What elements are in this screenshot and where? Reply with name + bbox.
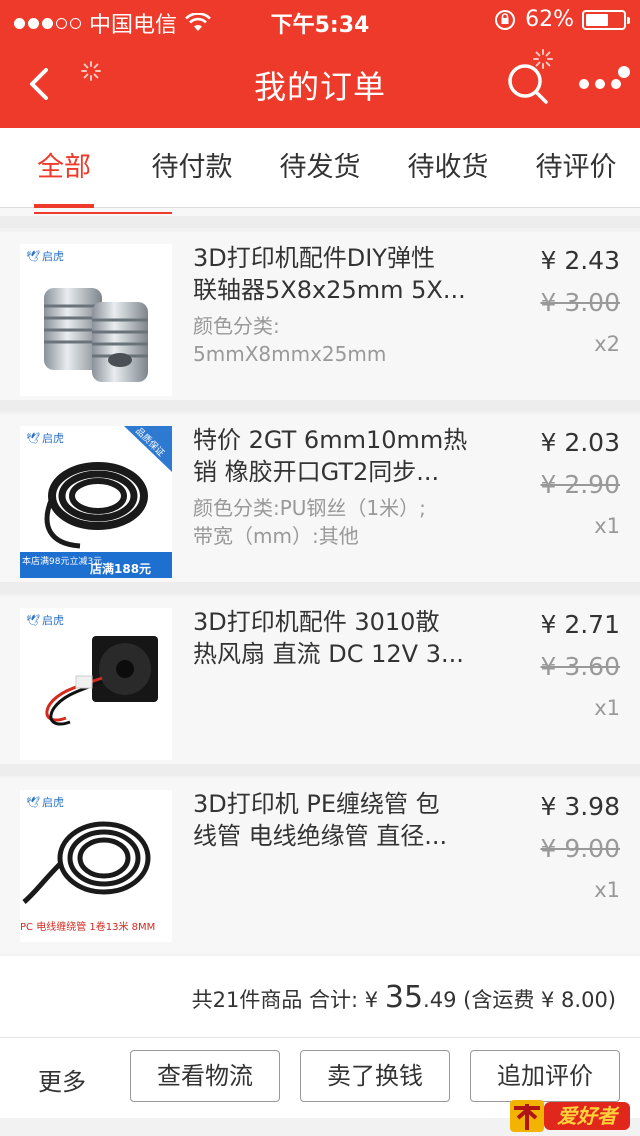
tab-label: 全部 [37, 152, 91, 183]
item-price: ¥ 2.71 [540, 610, 620, 639]
divider [0, 400, 640, 412]
product-spec: 颜色分类:PU钢丝（1米）; 带宽（mm）:其他 [193, 496, 426, 548]
product-image-coupling: 🕊 启虎 [20, 244, 172, 396]
tab-pending-shipment[interactable]: 待发货 [256, 128, 384, 208]
item-quantity: x2 [594, 332, 620, 356]
total-integer: 35 [384, 980, 424, 1015]
battery-percent: 62% [525, 7, 574, 32]
order-item[interactable]: 🕊 启虎 PC 电线缠绕管 1卷13米 8MM 3D打印机 PE缠绕管 包 线管 … [0, 778, 640, 954]
item-price: ¥ 2.03 [540, 428, 620, 457]
brand-logo: 🕊 启虎 [26, 613, 64, 628]
item-original-price: ¥ 3.00 [540, 288, 620, 317]
item-quantity: x1 [594, 514, 620, 538]
brand-logo: 🕊 启虎 [26, 431, 64, 446]
tab-label: 待收货 [407, 152, 489, 183]
divider [0, 582, 640, 594]
tab-pending-payment[interactable]: 待付款 [128, 128, 256, 208]
item-price: ¥ 2.43 [540, 246, 620, 275]
item-original-price: ¥ 2.90 [540, 470, 620, 499]
brand-logo: 🕊 启虎 [26, 795, 64, 810]
order-tabs: 全部 待付款 待发货 待收货 待评价 [0, 128, 640, 208]
divider [0, 216, 640, 228]
tab-pending-receipt[interactable]: 待收货 [384, 128, 512, 208]
more-button[interactable]: 更多 [38, 1062, 86, 1097]
divider [0, 764, 640, 776]
product-image-fan: 🕊 启虎 [20, 608, 172, 760]
add-review-button[interactable]: 追加评价 [470, 1050, 620, 1102]
resell-button[interactable]: 卖了换钱 [300, 1050, 450, 1102]
nav-bar: 我的订单 [0, 40, 640, 128]
product-image-timing-belt: 🕊 启虎 品质保证 本店满98元立减3元 店满188元 [20, 426, 172, 578]
watermark-logo: 爱好者 [510, 1100, 630, 1132]
item-price: ¥ 3.98 [540, 792, 620, 821]
order-summary: 共21件商品 合计: ¥ 35.49 (含运费 ¥ 8.00) [0, 956, 640, 1038]
tab-all[interactable]: 全部 [0, 128, 128, 208]
watermark-text: 爱好者 [557, 1104, 620, 1128]
tab-label: 待发货 [279, 152, 361, 183]
top-bar: 中国电信 下午5:34 62% 我的订单 [0, 0, 640, 128]
product-title: 特价 2GT 6mm10mm热 销 橡胶开口GT2同步... [193, 426, 468, 486]
image-caption: PC 电线缠绕管 1卷13米 8MM [20, 922, 156, 933]
item-quantity: x1 [594, 696, 620, 720]
product-title: 3D打印机配件DIY弹性 联轴器5X8x25mm 5X... [193, 244, 466, 304]
total-currency: ¥ [364, 988, 379, 1012]
view-logistics-button[interactable]: 查看物流 [130, 1050, 280, 1102]
total-decimal: .49 [423, 988, 457, 1012]
order-item[interactable]: 🕊 启虎 3D打印机配件DIY弹性 联轴器5X8x25mm 5X... 颜色分类… [0, 232, 640, 400]
item-original-price: ¥ 9.00 [540, 834, 620, 863]
tab-pending-review[interactable]: 待评价 [512, 128, 640, 208]
product-spec: 颜色分类: 5mmX8mmx25mm [193, 314, 387, 366]
item-quantity: x1 [594, 878, 620, 902]
order-item[interactable]: 🕊 启虎 品质保证 本店满98元立减3元 店满188元 特价 2GT 6mm10m… [0, 414, 640, 582]
total-label: 合计: [309, 988, 359, 1012]
shipping-fee: (含运费 ¥ 8.00) [463, 988, 616, 1012]
lock-rotation-icon [495, 9, 516, 30]
item-count: 共21件商品 [191, 988, 303, 1012]
promo-badge: 店满188元 [90, 562, 152, 576]
order-item[interactable]: 🕊 启虎 3D打印机配件 3010散 热风扇 直流 DC 12V 3... ¥ 2… [0, 596, 640, 764]
battery-icon [582, 9, 630, 30]
item-original-price: ¥ 3.60 [540, 652, 620, 681]
brand-logo: 🕊 启虎 [26, 249, 64, 264]
tab-label: 待付款 [151, 152, 233, 183]
tab-label: 待评价 [535, 152, 617, 183]
product-title: 3D打印机 PE缠绕管 包 线管 电线绝缘管 直径... [193, 790, 448, 850]
more-icon[interactable] [574, 60, 634, 108]
scrolled-item-edge [0, 208, 640, 216]
product-image-spiral-wrap: 🕊 启虎 PC 电线缠绕管 1卷13米 8MM [20, 790, 172, 942]
product-title: 3D打印机配件 3010散 热风扇 直流 DC 12V 3... [193, 608, 464, 668]
loading-spinner-icon [533, 49, 553, 69]
status-bar: 中国电信 下午5:34 62% [0, 0, 640, 40]
